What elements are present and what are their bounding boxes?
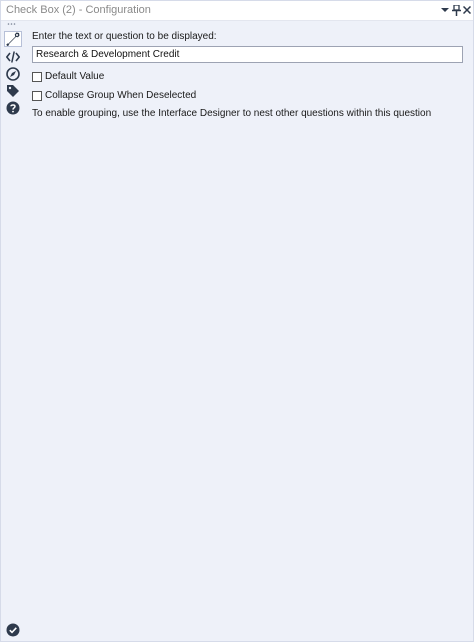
- collapse-group-checkbox[interactable]: [32, 90, 42, 101]
- title-bar: Check Box (2) - Configuration: [1, 1, 473, 21]
- sidebar-item-navigation[interactable]: [4, 66, 22, 82]
- question-text-input[interactable]: [32, 46, 463, 63]
- default-value-option[interactable]: Default Value: [32, 71, 104, 82]
- sidebar-item-annotation[interactable]: [4, 49, 22, 65]
- configuration-window: Check Box (2) - Configuration Enter the …: [0, 0, 474, 642]
- prompt-label: Enter the text or question to be display…: [32, 31, 217, 42]
- help-icon: [6, 101, 20, 115]
- close-icon[interactable]: [461, 3, 473, 17]
- default-value-label: Default Value: [45, 71, 105, 82]
- grouping-hint: To enable grouping, use the Interface De…: [32, 108, 432, 119]
- compass-icon: [6, 67, 20, 81]
- code-icon: [6, 51, 20, 63]
- sidebar-item-tags[interactable]: [4, 83, 22, 99]
- sidebar-item-configuration[interactable]: [4, 31, 22, 47]
- check-circle-icon[interactable]: [6, 623, 20, 637]
- sidebar: [1, 21, 26, 641]
- collapse-group-label: Collapse Group When Deselected: [45, 90, 197, 101]
- window-title: Check Box (2) - Configuration: [6, 4, 151, 16]
- grip-icon: [7, 23, 16, 25]
- wrench-icon: [6, 32, 20, 46]
- sidebar-item-help[interactable]: [4, 100, 22, 116]
- tag-icon: [7, 85, 19, 97]
- collapse-group-option[interactable]: Collapse Group When Deselected: [32, 90, 196, 101]
- default-value-checkbox[interactable]: [32, 71, 42, 82]
